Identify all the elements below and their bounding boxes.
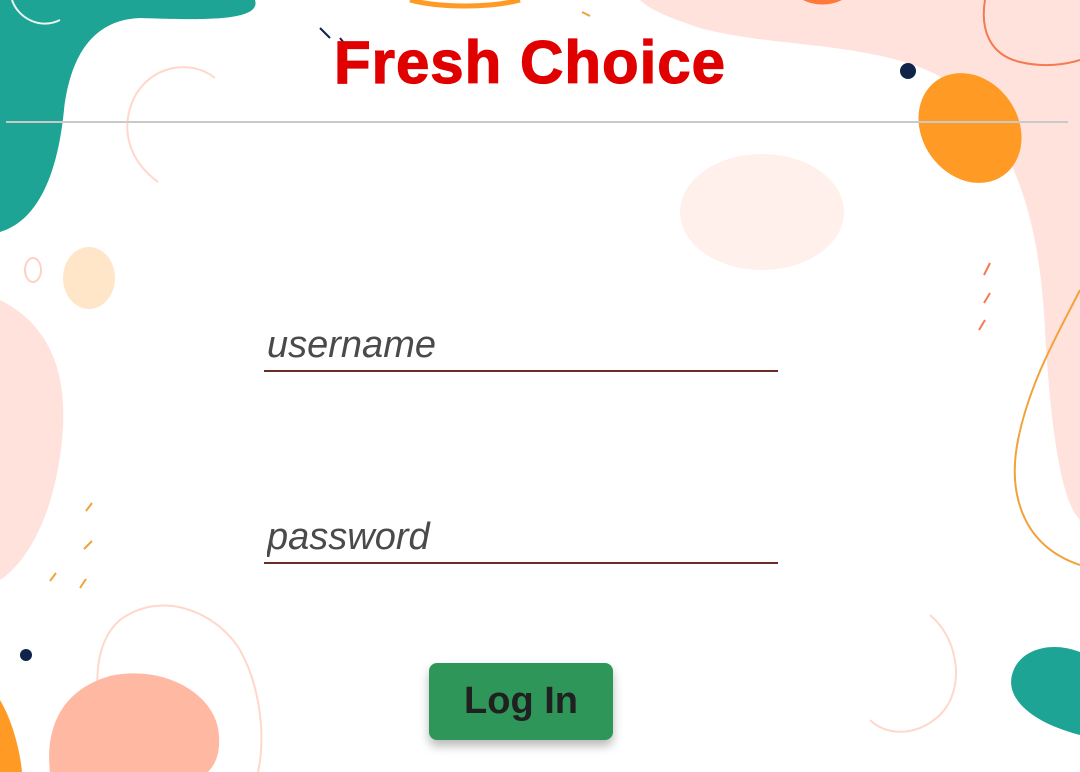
orange-sliver-bottom-left [0,700,22,772]
faint-pink-blob-center-right [680,154,844,270]
dash-mark [49,572,57,582]
peach-outline-bottom-right [869,614,957,733]
header-divider [6,121,1068,123]
login-button[interactable]: Log In [429,663,613,740]
decorative-background [0,0,1080,772]
salmon-blob-bottom-left [49,673,220,772]
dash-mark [983,292,991,304]
dash-mark [79,578,87,589]
small-ring-left [24,257,42,283]
dash-mark [978,319,986,331]
pink-blob-left [0,300,64,580]
dash-mark [85,502,93,512]
navy-dot-left [20,649,32,661]
orange-arc-top-center [409,0,521,9]
dash-mark [983,262,991,276]
dash-mark [581,11,591,17]
username-input[interactable] [264,320,778,372]
teal-blob-bottom-right [1011,646,1080,735]
dash-mark [83,540,93,550]
app-title: Fresh Choice [333,28,727,96]
cream-blob-left [63,247,115,309]
password-input[interactable] [264,512,778,564]
